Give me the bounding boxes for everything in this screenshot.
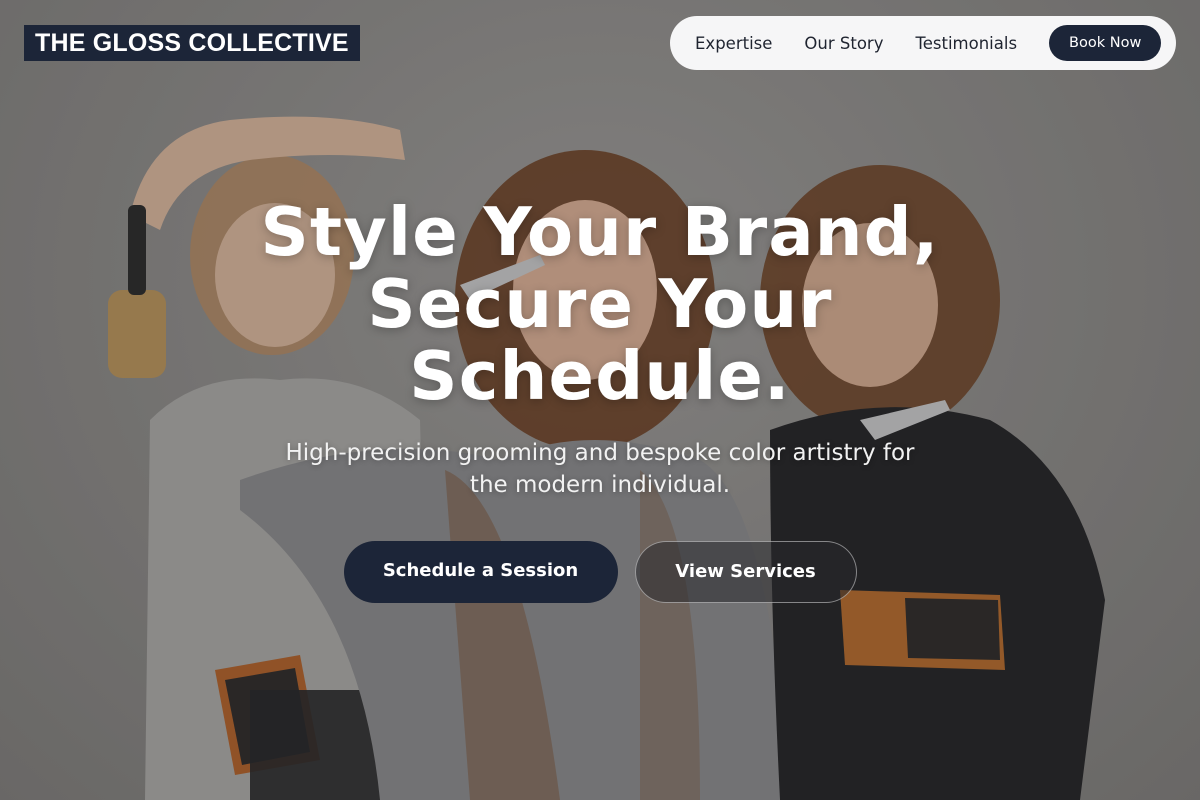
hero-headline-line: Schedule.	[409, 337, 791, 415]
hero-subtitle-line: the modern individual.	[469, 472, 731, 498]
view-services-button[interactable]: View Services	[634, 541, 857, 603]
hero-subtitle: High-precision grooming and bespoke colo…	[250, 437, 950, 501]
hero-cta-row: Schedule a Session View Services	[0, 541, 1200, 603]
hero-section: Style Your Brand, Secure Your Schedule. …	[0, 196, 1200, 501]
nav-link-testimonials[interactable]: Testimonials	[915, 34, 1017, 53]
brand-logo[interactable]: THE GLOSS COLLECTIVE	[24, 25, 360, 61]
nav-link-our-story[interactable]: Our Story	[804, 34, 883, 53]
book-now-button[interactable]: Book Now	[1049, 25, 1162, 61]
hero-headline-line: Secure Your	[367, 265, 833, 343]
hero-headline: Style Your Brand, Secure Your Schedule.	[0, 196, 1200, 412]
hero-subtitle-line: High-precision grooming and bespoke colo…	[285, 440, 915, 466]
top-nav: Expertise Our Story Testimonials Book No…	[670, 16, 1176, 70]
schedule-session-button[interactable]: Schedule a Session	[343, 541, 618, 603]
nav-link-expertise[interactable]: Expertise	[695, 34, 772, 53]
hero-headline-line: Style Your Brand,	[260, 193, 940, 271]
